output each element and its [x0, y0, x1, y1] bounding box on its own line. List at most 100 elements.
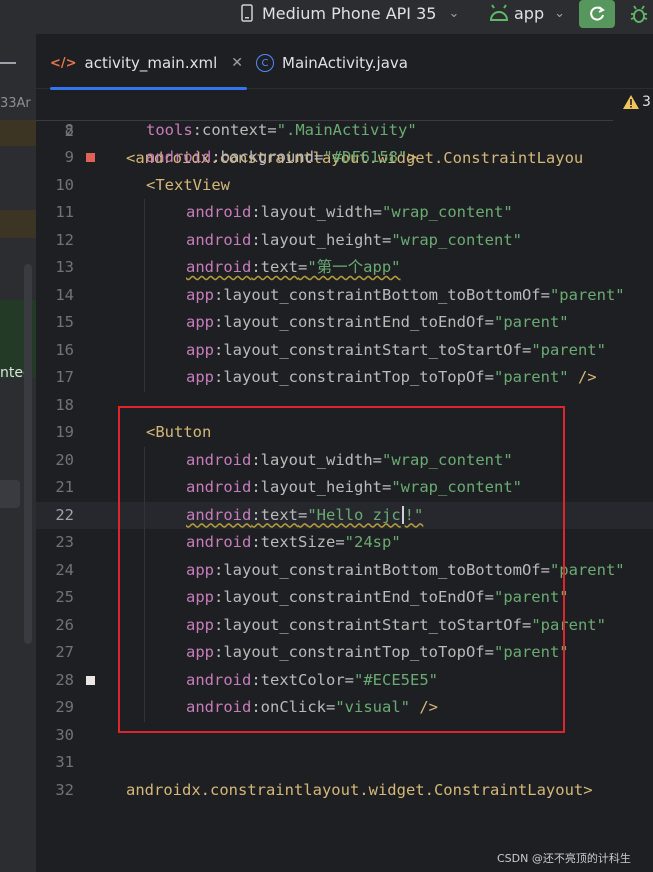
- project-tree-fragment: 33Ar: [0, 96, 31, 111]
- line-number: 16: [55, 340, 74, 359]
- code-token: androidx.constraintlayout.widget.Constra…: [126, 780, 593, 799]
- code-line[interactable]: 16 app:layout_constraintStart_toStartOf="…: [36, 337, 653, 365]
- code-token: layout_height: [260, 230, 382, 249]
- code-token: =: [267, 120, 277, 139]
- code-token: text: [260, 258, 298, 276]
- code-token: "parent": [531, 340, 606, 359]
- code-line[interactable]: 17 app:layout_constraintTop_toTopOf="pare…: [36, 364, 653, 392]
- code-line[interactable]: 15 app:layout_constraintEnd_toEndOf="pare…: [36, 309, 653, 337]
- code-text: app:layout_constraintBottom_toBottomOf="…: [186, 282, 625, 310]
- line-number: 9: [64, 148, 74, 166]
- line-number: 13: [55, 258, 74, 276]
- highlight-annotation-box: [118, 406, 565, 733]
- code-token: =: [521, 340, 532, 359]
- chevron-down-icon: ⌄: [554, 5, 566, 21]
- warning-icon: [623, 95, 639, 109]
- code-token: "第一个app": [307, 258, 401, 276]
- line-number: 22: [55, 505, 74, 524]
- code-line[interactable]: 31: [36, 749, 653, 777]
- code-token: <TextView: [146, 175, 230, 194]
- code-token: "parent": [493, 313, 569, 331]
- code-token: "wrap_content": [391, 230, 522, 249]
- inspection-warnings[interactable]: 3: [622, 94, 651, 110]
- code-token: :: [251, 230, 261, 249]
- code-token: layout_constraintStart_toStartOf: [223, 340, 522, 359]
- java-class-icon: C: [256, 54, 274, 72]
- code-token: "parent": [493, 368, 569, 386]
- code-line[interactable]: 9 android:background="#DF6158">: [36, 144, 653, 172]
- tab-mainactivity-java[interactable]: C MainActivity.java: [256, 42, 408, 84]
- run-config-label: app: [514, 3, 545, 23]
- code-token: layout_constraintEnd_toEndOf: [223, 313, 485, 331]
- code-token: =: [484, 368, 494, 386]
- run-configuration-selector[interactable]: app ⌄: [488, 2, 565, 24]
- code-token: =: [298, 258, 308, 276]
- code-token: >: [407, 148, 417, 166]
- code-token: layout_width: [260, 203, 373, 221]
- code-line[interactable]: 8 tools:context=".MainActivity": [36, 117, 653, 145]
- code-token: =: [540, 285, 550, 304]
- editor-tab-bar: </> activity_main.xml ✕ C MainActivity.j…: [36, 34, 653, 90]
- collapse-icon[interactable]: [0, 62, 16, 64]
- tree-highlight-row[interactable]: [0, 120, 36, 146]
- android-icon: [489, 4, 509, 21]
- tree-selected-row[interactable]: [0, 480, 20, 508]
- code-text: tools:context=".MainActivity": [146, 117, 417, 145]
- code-text: app:layout_constraintEnd_toEndOf="parent…: [186, 309, 569, 337]
- line-number: 27: [55, 643, 74, 661]
- code-text: androidx.constraintlayout.widget.Constra…: [126, 777, 593, 805]
- code-token: />: [568, 368, 597, 386]
- tab-label: MainActivity.java: [282, 54, 408, 72]
- line-number: 24: [55, 560, 74, 579]
- code-line[interactable]: 32 androidx.constraintlayout.widget.Const…: [36, 777, 653, 805]
- line-number: 19: [55, 423, 74, 441]
- code-token: context: [202, 120, 268, 139]
- close-icon[interactable]: ✕: [231, 55, 243, 71]
- line-number: 32: [55, 780, 74, 799]
- device-label: Medium Phone API 35: [262, 3, 437, 23]
- code-line[interactable]: 12 android:layout_height="wrap_content": [36, 227, 653, 255]
- code-line[interactable]: 13 android:text="第一个app": [36, 254, 653, 282]
- line-number: 8: [64, 120, 74, 139]
- color-swatch-icon[interactable]: [86, 153, 95, 162]
- code-token: :: [192, 120, 203, 139]
- line-number: 21: [55, 478, 74, 496]
- code-token: layout_constraintTop_toTopOf: [223, 368, 485, 386]
- rerun-button[interactable]: [579, 0, 615, 28]
- phone-device-icon: [241, 4, 253, 22]
- line-number: 15: [55, 313, 74, 331]
- code-text: android:text="第一个app": [186, 254, 401, 282]
- code-token: :: [214, 368, 224, 386]
- code-token: :: [214, 313, 224, 331]
- tree-highlight-row[interactable]: [0, 210, 36, 238]
- indent-guide: [144, 199, 145, 392]
- code-text: app:layout_constraintStart_toStartOf="pa…: [186, 337, 606, 365]
- line-number: 26: [55, 615, 74, 634]
- code-token: "parent": [549, 285, 625, 304]
- code-token: =: [372, 203, 382, 221]
- line-number: 11: [55, 203, 74, 221]
- chevron-down-icon: ⌄: [448, 5, 460, 21]
- debug-button[interactable]: [626, 2, 652, 26]
- watermark: CSDN @还不亮顶的计科生: [497, 852, 631, 865]
- code-token: :: [251, 203, 261, 221]
- code-token: android: [186, 230, 252, 249]
- main-toolbar: Medium Phone API 35 ⌄ app ⌄: [0, 0, 653, 34]
- color-swatch-icon[interactable]: [86, 675, 95, 685]
- code-token: =: [382, 230, 392, 249]
- line-number: 12: [55, 230, 74, 249]
- project-panel: 33Ar nted: [0, 34, 36, 872]
- code-line[interactable]: 11 android:layout_width="wrap_content": [36, 199, 653, 227]
- code-line[interactable]: 14 app:layout_constraintBottom_toBottomOf…: [36, 282, 653, 310]
- line-number: 23: [55, 533, 74, 551]
- device-selector[interactable]: Medium Phone API 35 ⌄: [238, 2, 459, 24]
- code-token: app: [186, 313, 214, 331]
- panel-scrollbar[interactable]: [24, 264, 32, 644]
- code-token: ".MainActivity": [276, 120, 417, 139]
- line-number: 20: [55, 450, 74, 469]
- tab-activity-main-xml[interactable]: </> activity_main.xml ✕: [50, 42, 247, 90]
- code-token: tools: [146, 120, 193, 139]
- code-line[interactable]: 10 <TextView: [36, 172, 653, 200]
- code-token: android: [186, 203, 252, 221]
- code-token: android: [146, 148, 212, 166]
